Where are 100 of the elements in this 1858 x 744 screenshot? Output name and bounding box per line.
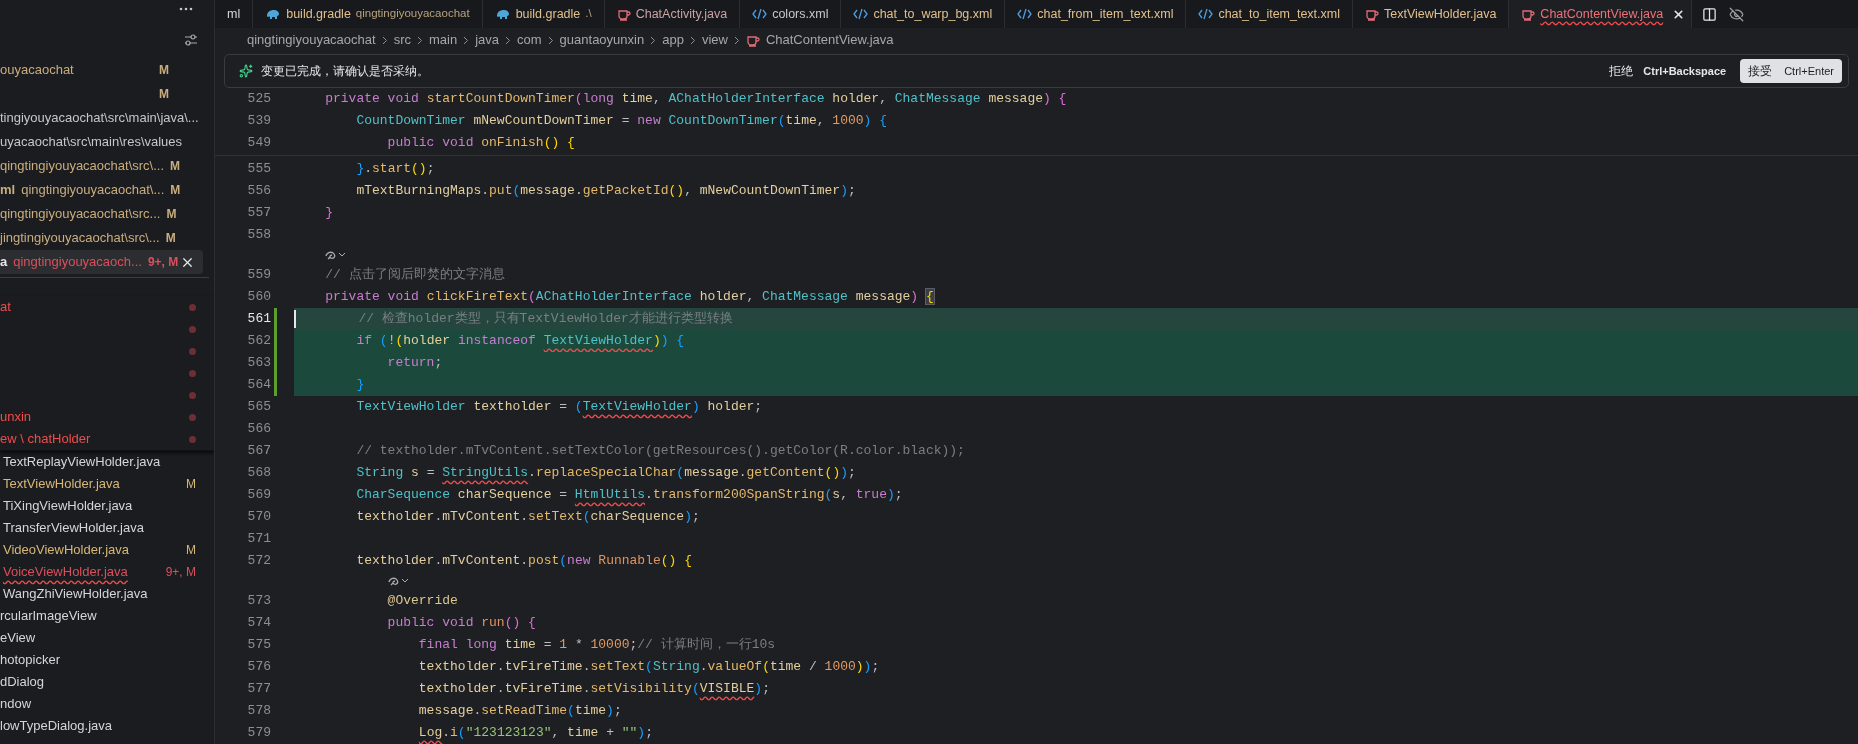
line-number: 562 bbox=[246, 332, 271, 351]
open-editor-item[interactable]: uyacaochat\src\main\res\values bbox=[0, 130, 203, 154]
tree-item[interactable]: WangZhiViewHolder.java bbox=[0, 583, 214, 605]
code-lens-button[interactable] bbox=[387, 575, 409, 587]
tree-item-label: unxin bbox=[0, 408, 32, 427]
chevron-right-icon bbox=[417, 35, 423, 45]
tree-item[interactable]: TiXingViewHolder.java bbox=[0, 495, 214, 517]
editor-tab[interactable]: colors.xml bbox=[740, 0, 842, 28]
tree-item[interactable]: TextViewHolder.java M bbox=[0, 473, 214, 495]
swirl-icon bbox=[387, 575, 400, 587]
tab-label: ChatContentView.java bbox=[1540, 5, 1664, 23]
tab-label: ml bbox=[227, 5, 241, 23]
tab-label: chat_to_item_text.xml bbox=[1218, 5, 1340, 23]
open-editor-item[interactable]: qingtingiyouyacaochat\src\... M bbox=[0, 154, 203, 178]
line-number: 569 bbox=[246, 486, 271, 505]
code-text: textholder.mTvContent.setText(charSequence); bbox=[355, 508, 700, 527]
line-number: 549 bbox=[246, 134, 271, 153]
tree-item[interactable]: at bbox=[0, 296, 214, 318]
tree-item[interactable]: TransferViewHolder.java bbox=[0, 517, 214, 539]
tab-label: TextViewHolder.java bbox=[1384, 5, 1497, 23]
tree-item[interactable]: ew \ chatHolder bbox=[0, 428, 214, 450]
breadcrumb-item[interactable]: view bbox=[701, 30, 728, 50]
breadcrumb-item[interactable]: com bbox=[517, 30, 542, 50]
open-editor-item[interactable]: jingtingiyouyacaochat\src\... M bbox=[0, 226, 203, 250]
status-letter: M bbox=[170, 158, 181, 175]
filter-icon[interactable] bbox=[184, 33, 198, 47]
line-number: 579 bbox=[246, 724, 271, 743]
tab-detail: qingtingiyouyacaochat bbox=[355, 6, 470, 22]
notice-message: 变更已完成，请确认是否采纳。 bbox=[261, 63, 429, 80]
tab-label: build.gradle bbox=[286, 5, 351, 23]
breadcrumb-item[interactable]: guantaoyunxin bbox=[559, 30, 645, 50]
line-number: 573 bbox=[246, 592, 271, 611]
tree-item[interactable]: lowTypeDialog.java bbox=[0, 715, 214, 737]
code-brackets-icon bbox=[752, 7, 768, 21]
code-text: // 检查holder类型，只有TextViewHolder才能进行类型转换 bbox=[357, 310, 733, 329]
code-text: CountDownTimer mNewCountDownTimer = new CountDownTimer(time, 1000) { bbox=[355, 112, 887, 131]
file-path: uyacaochat\src\main\res\values bbox=[0, 133, 183, 152]
code-brackets-icon bbox=[853, 7, 869, 21]
chevron-right-icon bbox=[381, 35, 388, 45]
tree-item-label: eView bbox=[0, 629, 36, 648]
tree-item[interactable]: hotopicker bbox=[0, 649, 214, 671]
editor-tab[interactable]: build.gradle qingtingiyouyacaochat bbox=[253, 0, 483, 28]
code-text: // textholder.mTvContent.setTextColor(getResources().getColor(R.color.black)); bbox=[355, 442, 965, 461]
status-letter: 9+, M bbox=[147, 254, 179, 271]
code-brackets-icon bbox=[1017, 7, 1033, 21]
code-text: public void run() { bbox=[386, 614, 536, 633]
open-editor-item[interactable]: ouyacaochat M bbox=[0, 58, 203, 82]
tree-item[interactable]: VideoViewHolder.java M bbox=[0, 539, 214, 561]
open-editor-item[interactable]: ml qingtingiyouyacaochat\... M bbox=[0, 178, 203, 202]
chevron-down-icon bbox=[400, 578, 409, 584]
tree-item[interactable]: VoiceViewHolder.java 9+, M bbox=[0, 561, 214, 583]
editor-tab[interactable]: chat_to_warp_bg.xml bbox=[841, 0, 1006, 28]
status-letter: M bbox=[165, 230, 176, 247]
tree-item[interactable]: rcularImageView bbox=[0, 605, 214, 627]
editor-tab[interactable]: chat_from_item_text.xml bbox=[1005, 0, 1187, 28]
line-number: 576 bbox=[246, 658, 271, 677]
open-editor-item[interactable]: qingtingiyouyacaochat\src... M bbox=[0, 202, 203, 226]
more-icon[interactable] bbox=[179, 7, 193, 11]
file-path: qingtingiyouyacaochat\... bbox=[21, 181, 165, 200]
open-editor-item[interactable]: a qingtingiyouyacaoch... 9+, M bbox=[0, 250, 203, 274]
editor-tab[interactable]: ChatContentView.java bbox=[1509, 0, 1693, 28]
elephant-icon bbox=[494, 7, 511, 21]
reject-button[interactable]: 拒绝 Ctrl+Backspace bbox=[1601, 59, 1735, 83]
accept-button[interactable]: 接受 Ctrl+Enter bbox=[1740, 59, 1842, 83]
breadcrumb-item[interactable]: app bbox=[662, 30, 684, 50]
tree-item[interactable]: dDialog bbox=[0, 671, 214, 693]
line-number: 556 bbox=[246, 182, 271, 201]
split-editor-icon[interactable] bbox=[1702, 6, 1718, 22]
breadcrumb-item[interactable]: main bbox=[429, 30, 458, 50]
line-number: 565 bbox=[246, 398, 271, 417]
open-editor-item[interactable]: M bbox=[0, 82, 203, 106]
breadcrumb-item[interactable]: java bbox=[475, 30, 500, 50]
line-number: 578 bbox=[246, 702, 271, 721]
editor-tab[interactable]: ml bbox=[215, 0, 254, 28]
code-lens-button[interactable] bbox=[325, 249, 347, 261]
tree-item-label: ndow bbox=[0, 695, 32, 714]
breadcrumb-item[interactable]: ChatContentView.java bbox=[765, 30, 894, 50]
line-number: 570 bbox=[246, 508, 271, 527]
code-text: mTextBurningMaps.put(message.getPacketId(), mNewCountDownTimer); bbox=[355, 182, 856, 201]
tree-item-label: at bbox=[0, 298, 11, 317]
eye-off-icon[interactable] bbox=[1729, 6, 1745, 22]
tree-item[interactable]: TextReplayViewHolder.java bbox=[0, 451, 214, 473]
status-letter: M bbox=[186, 476, 196, 493]
status-letter: M bbox=[166, 206, 177, 223]
breadcrumb-item[interactable]: src bbox=[393, 30, 411, 50]
editor-tab[interactable]: ChatActivity.java bbox=[604, 0, 741, 28]
tree-item[interactable]: unxin bbox=[0, 406, 214, 428]
tab-label: chat_from_item_text.xml bbox=[1037, 5, 1174, 23]
code-text: } bbox=[355, 376, 365, 395]
breadcrumb-item[interactable]: qingtingiyouyacaochat bbox=[247, 30, 376, 50]
editor-tab[interactable]: chat_to_item_text.xml bbox=[1186, 0, 1353, 28]
tab-label: chat_to_warp_bg.xml bbox=[873, 5, 993, 23]
code-text: // 点击了阅后即焚的文字消息 bbox=[324, 266, 505, 285]
line-number: 567 bbox=[246, 442, 271, 461]
editor-tab[interactable]: build.gradle .\ bbox=[482, 0, 605, 28]
code-text: TextViewHolder textholder = (TextViewHolder) holder; bbox=[355, 398, 763, 417]
elephant-icon bbox=[265, 7, 282, 21]
line-number: 539 bbox=[246, 112, 271, 131]
tree-item[interactable]: eView bbox=[0, 627, 214, 649]
tree-item[interactable]: ndow bbox=[0, 693, 214, 715]
